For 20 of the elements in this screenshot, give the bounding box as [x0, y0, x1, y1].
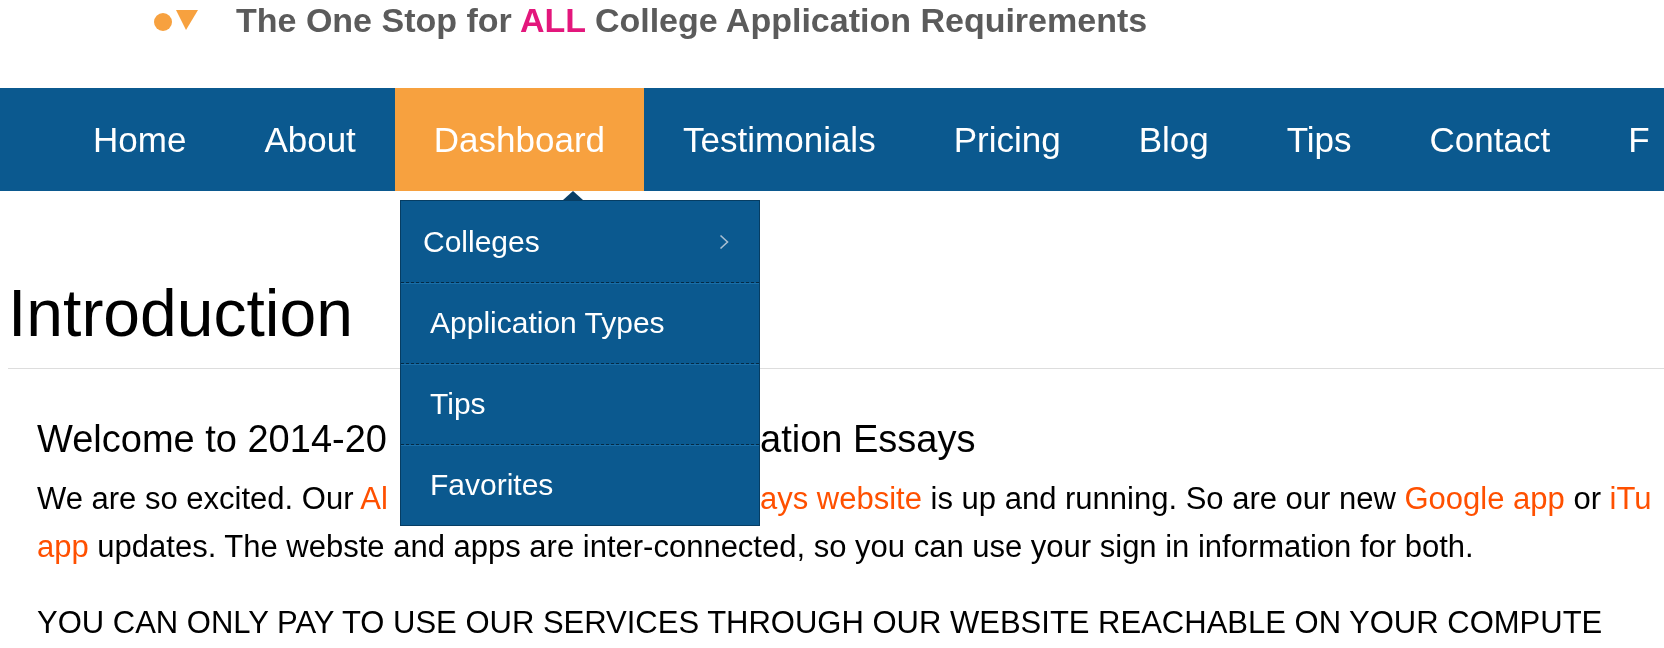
- page-title: Introduction: [8, 275, 353, 351]
- notice-text: YOU CAN ONLY PAY TO USE OUR SERVICES THROUGH OUR WEBSITE REACHABLE ON YOUR COMPUTE: [37, 604, 1603, 642]
- menu-item[interactable]: Application Types: [401, 282, 759, 363]
- nav-link[interactable]: Pricing: [914, 88, 1100, 191]
- nav-link[interactable]: F: [1589, 88, 1664, 191]
- nav-link[interactable]: Blog: [1099, 88, 1248, 191]
- nav-link[interactable]: Testimonials: [644, 88, 915, 191]
- nav-link[interactable]: Home: [54, 88, 226, 191]
- menu-item[interactable]: Colleges: [401, 201, 759, 282]
- site-tagline: The One Stop for ALL College Application Requirements: [236, 0, 1148, 40]
- paragraph-text: We are so excited. Our Al: [37, 480, 388, 518]
- section-heading: Welcome to 2014-20: [37, 417, 387, 461]
- section-heading: ation Essays: [760, 417, 976, 461]
- nav-link[interactable]: About: [225, 88, 395, 191]
- paragraph-text: ays website is up and running. So are our new Google app or iTu: [760, 480, 1652, 518]
- nav-link[interactable]: Contact: [1390, 88, 1590, 191]
- menu-item[interactable]: Tips: [401, 363, 759, 444]
- menu-item[interactable]: Favorites: [401, 444, 759, 525]
- nav-link[interactable]: Tips: [1247, 88, 1391, 191]
- paragraph-text: app updates. The webste and apps are inter-connected, so you can use your sign in information for both.: [37, 530, 1474, 564]
